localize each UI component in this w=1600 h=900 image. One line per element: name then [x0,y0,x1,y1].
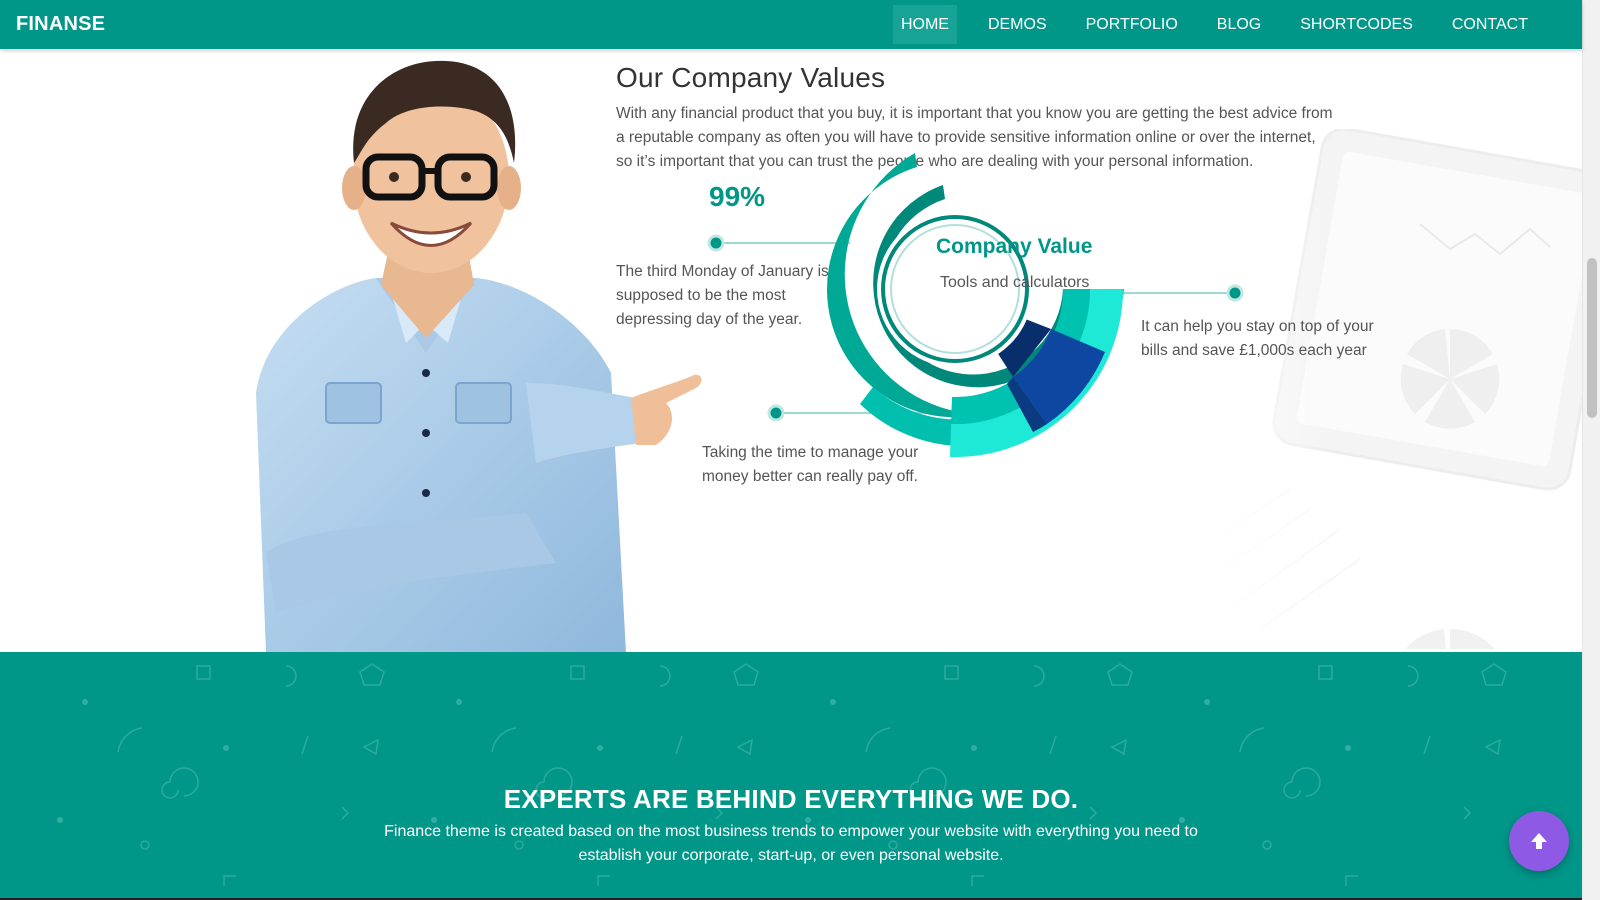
connector-dot-2 [1226,284,1244,302]
connector-dot-1 [707,234,725,252]
stat-text-3: Taking the time to manage your money bet… [702,444,919,485]
arrow-up-icon [1531,833,1547,849]
connector-dot-3 [767,404,785,422]
nav-item-blog[interactable]: BLOG [1209,5,1269,44]
chart-subtitle: Tools and calculators [940,274,1090,291]
experts-section: EXPERTS ARE BEHIND EVERYTHING WE DO. Fin… [0,652,1582,900]
back-to-top-button[interactable] [1509,811,1569,871]
experts-description: Finance theme is created based on the mo… [384,823,1198,864]
nav-item-contact[interactable]: CONTACT [1444,5,1536,44]
nav-item-home[interactable]: HOME [892,5,957,44]
stat-text-2: It can help you stay on top of your bill… [1141,318,1374,359]
nav-item-demos[interactable]: DEMOS [980,5,1055,44]
nav-menu: HOME DEMOS PORTFOLIO BLOG SHORTCODES CON… [870,5,1536,44]
page-scrollbar[interactable] [1582,0,1600,900]
scrollbar-thumb[interactable] [1587,258,1597,418]
nav-item-portfolio[interactable]: PORTFOLIO [1078,5,1186,44]
top-navbar: FINANSE HOME DEMOS PORTFOLIO BLOG SHORTC… [0,0,1582,49]
stat-text-1: The third Monday of January is supposed … [616,263,829,328]
nav-item-shortcodes[interactable]: SHORTCODES [1292,5,1421,44]
chart-title: Company Value [936,235,1093,258]
experts-title: EXPERTS ARE BEHIND EVERYTHING WE DO. [503,784,1079,814]
company-values-section: Our Company Values With any financial pr… [0,49,1582,652]
brand-logo[interactable]: FINANSE [16,13,105,36]
